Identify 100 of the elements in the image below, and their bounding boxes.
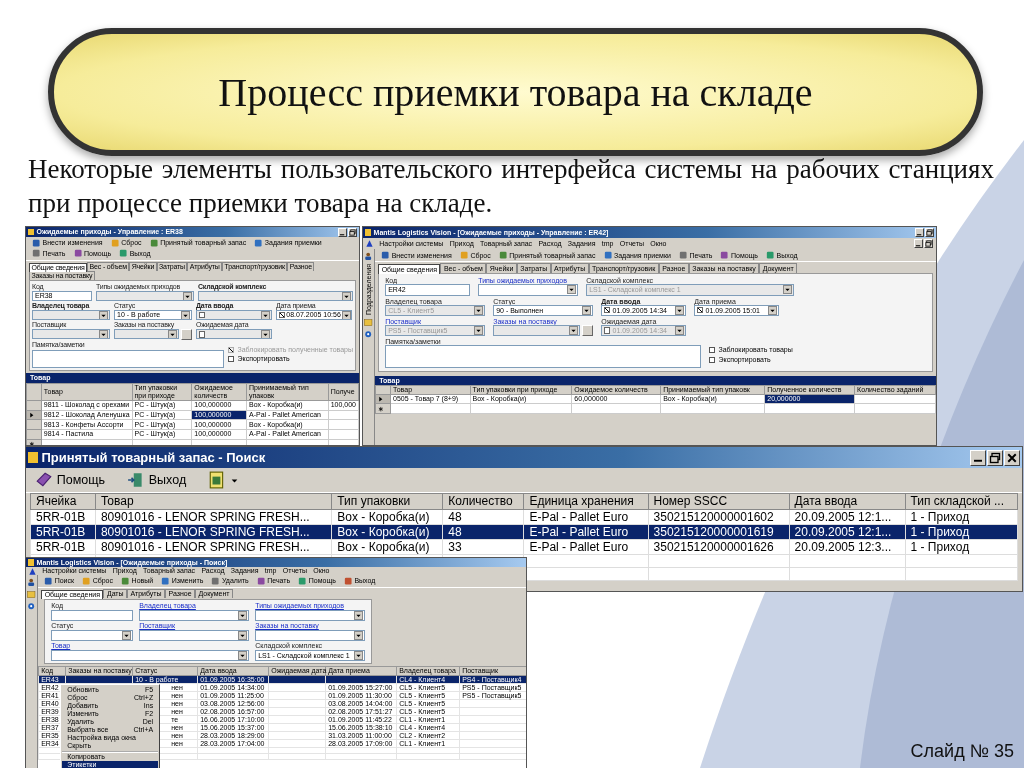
combo-box[interactable] xyxy=(478,284,579,296)
toolbar-icon xyxy=(766,251,775,260)
row-header[interactable] xyxy=(26,410,42,420)
close-button[interactable] xyxy=(1004,449,1020,466)
column-header[interactable]: Товар xyxy=(95,493,332,510)
toolbar-icon xyxy=(82,577,91,586)
column-header[interactable]: Номер SSCC xyxy=(648,493,790,510)
minimize-button[interactable] xyxy=(338,227,347,237)
book-icon xyxy=(35,471,53,489)
checkbox[interactable] xyxy=(228,355,235,362)
table-cell: E-Pal - Pallet Euro xyxy=(523,539,649,555)
toolbar-icon xyxy=(678,251,688,260)
app-icon xyxy=(28,451,39,464)
table-row[interactable]: 5RR-01B 80901016 - LENOR SPRING FRESH... Box - Коробка(и) 48 E-Pal - Pallet Euro 350215120000001602 20.09.2005 12:1... 1 - Приход xyxy=(30,509,1018,525)
input-field[interactable] xyxy=(51,610,134,622)
table-row[interactable]: 5RR-01B 80901016 - LENOR SPRING FRESH... Box - Коробка(и) 33 E-Pal - Pallet Euro 350215120000001626 20.09.2005 12:3... 1 - Приход xyxy=(30,539,1018,555)
toolbar-icon xyxy=(161,577,170,586)
restore-button[interactable] xyxy=(348,227,357,237)
toolbar-icon xyxy=(149,239,159,248)
toolbar-icon xyxy=(211,577,220,586)
table-cell: 48 xyxy=(442,509,524,525)
minimize-icon xyxy=(974,459,982,463)
window-title: Принятый товарный запас - Поиск xyxy=(41,450,267,465)
folder-icon xyxy=(27,589,36,599)
combo-box[interactable] xyxy=(51,630,134,642)
toolbar-icon xyxy=(73,249,82,258)
column-header[interactable]: Количество xyxy=(442,493,524,510)
caret-icon xyxy=(123,632,131,640)
browse-button[interactable] xyxy=(180,329,192,341)
table-cell: Box - Коробка(и) xyxy=(331,509,443,525)
toolbar-icon xyxy=(720,251,729,260)
caret-icon xyxy=(355,612,363,620)
restore-icon xyxy=(926,229,933,236)
toolbar-icon xyxy=(121,577,130,586)
app-icon xyxy=(365,229,371,236)
table-cell: E-Pal - Pallet Euro xyxy=(523,509,649,525)
toolbar-icon xyxy=(44,577,53,586)
table-cell: 350215120000001602 xyxy=(648,509,790,525)
row-pointer-icon xyxy=(29,411,35,418)
notes-field[interactable] xyxy=(385,344,702,368)
combo-box[interactable] xyxy=(51,650,250,662)
minimize-button[interactable] xyxy=(915,228,924,237)
table-cell: 5RR-01B xyxy=(30,539,96,555)
combo-box[interactable] xyxy=(139,610,250,622)
table-cell: 80901016 - LENOR SPRING FRESH... xyxy=(95,539,332,555)
help-button[interactable]: Помощь xyxy=(32,470,109,490)
column-header[interactable]: Тип складской ... xyxy=(905,493,1018,510)
slide-number: Слайд № 35 xyxy=(910,741,1014,762)
warning-icon xyxy=(366,240,373,247)
browse-button[interactable] xyxy=(582,324,594,336)
row-pointer-icon xyxy=(378,395,384,403)
column-header[interactable]: Дата ввода xyxy=(789,493,905,510)
combo-box[interactable] xyxy=(139,630,250,642)
toolbar-icon xyxy=(381,251,390,260)
caret-icon xyxy=(784,286,792,294)
person-icon xyxy=(364,252,373,261)
restore-icon xyxy=(989,451,1001,464)
toolbar-icon xyxy=(459,251,469,260)
caret-icon xyxy=(239,612,247,620)
table-cell: 20.09.2005 12:1... xyxy=(789,509,905,525)
table-cell: 350215120000001626 xyxy=(648,539,790,555)
caret-icon xyxy=(355,632,363,640)
asterisk-icon xyxy=(29,440,35,445)
combo-box[interactable] xyxy=(255,610,366,622)
combo-box[interactable] xyxy=(255,630,366,642)
restore-button[interactable] xyxy=(987,449,1003,466)
notes-field[interactable] xyxy=(32,349,225,369)
table-cell: 33 xyxy=(442,539,524,555)
person-icon xyxy=(27,578,36,587)
checkbox[interactable] xyxy=(709,346,716,353)
table-cell: Box - Коробка(и) xyxy=(331,539,443,555)
caret-icon xyxy=(568,286,576,294)
slide-title: Процесс приемки товара на складе xyxy=(218,68,813,116)
table-cell: 80901016 - LENOR SPRING FRESH... xyxy=(95,509,332,525)
folder-icon xyxy=(364,318,373,327)
restore-button[interactable] xyxy=(924,239,933,248)
close-icon xyxy=(1006,451,1018,464)
gear-icon xyxy=(364,330,373,339)
table-cell: 20.09.2005 12:3... xyxy=(789,539,905,555)
caret-icon xyxy=(239,632,247,640)
minimize-button[interactable] xyxy=(970,449,986,466)
toolbar-icon xyxy=(256,577,266,586)
caret-icon xyxy=(239,652,247,660)
intro-paragraph: Некоторые элементы пользовательского интерфейса системы на рабочих станциях при процессе приемки товара на складе. xyxy=(28,153,994,220)
exit-button[interactable]: Выход xyxy=(124,470,190,490)
caret-icon xyxy=(355,652,363,660)
toolbar-icon xyxy=(343,577,353,586)
row-header[interactable] xyxy=(375,394,391,404)
warning-icon xyxy=(29,567,36,575)
restore-button[interactable] xyxy=(925,228,934,237)
toolbar-icon xyxy=(498,251,508,260)
table-cell: 1 - Приход xyxy=(905,509,1018,525)
column-header[interactable]: Ячейка xyxy=(30,493,96,510)
column-header[interactable]: Тип упаковки xyxy=(331,493,443,510)
toolbar-icon xyxy=(298,577,307,586)
toolbar-icon xyxy=(603,251,612,260)
column-header[interactable]: Единица хранения xyxy=(523,493,649,510)
minimize-button[interactable] xyxy=(914,239,923,248)
table-row[interactable]: 5RR-01B 80901016 - LENOR SPRING FRESH... Box - Коробка(и) 48 E-Pal - Pallet Euro 350215120000001619 20.09.2005 12:1... 1 - Приход xyxy=(30,524,1018,540)
checkbox[interactable] xyxy=(709,356,716,363)
